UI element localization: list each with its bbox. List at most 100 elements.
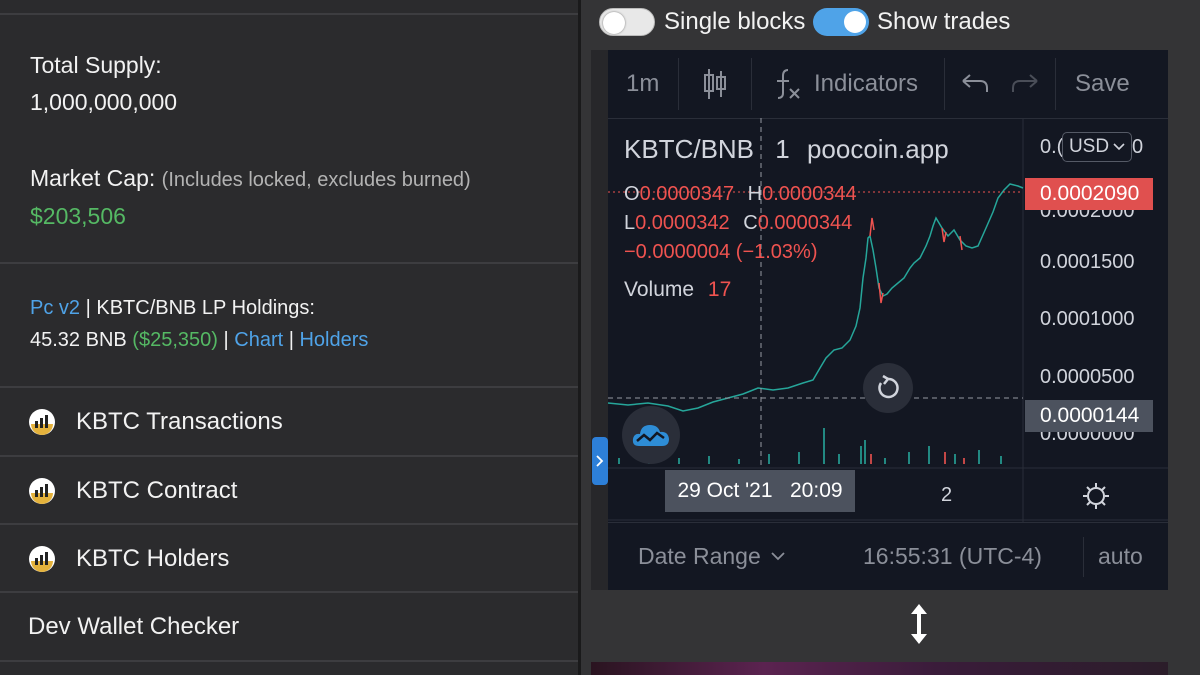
lp-holdings-values: 45.32 BNB ($25,350) | Chart | Holders (30, 329, 368, 352)
gear-icon (1083, 483, 1109, 509)
price-tick: 0.0001500 (1040, 251, 1135, 273)
market-cap-row: Market Cap: (Includes locked, excludes b… (30, 165, 471, 192)
price-tick: 0.0000500 (1040, 366, 1135, 388)
chart-panel: Single blocks Show trades 1m Indicators … (581, 0, 1200, 675)
chart-settings-button[interactable] (1082, 482, 1110, 515)
chevron-down-icon (1113, 143, 1125, 151)
menu-item-label: KBTC Transactions (76, 408, 283, 435)
open-value: 0.0000347 (639, 183, 735, 205)
candlestick-icon (704, 69, 726, 99)
legend-interval: 1 (775, 134, 790, 164)
lp-holdings-label: KBTC/BNB LP Holdings: (96, 297, 315, 319)
toggle-knob (603, 12, 625, 34)
collapse-tab[interactable] (592, 437, 608, 485)
cloud-logo-icon (632, 425, 669, 446)
last-price-label: 0.0002090 (1025, 178, 1153, 210)
price-tick: 0.0001000 (1040, 308, 1135, 330)
resize-vertical-icon[interactable] (907, 600, 931, 648)
change-value: −0.0000004 (−1.03%) (624, 241, 818, 263)
chart-clock: 16:55:31 (UTC-4) (863, 543, 1042, 569)
time-tick: 2 (941, 484, 953, 506)
toggle-knob (844, 11, 866, 33)
usd-amount: ($25,350) (132, 329, 218, 351)
redo-icon (1012, 74, 1038, 92)
reset-chart-button[interactable] (863, 363, 913, 413)
separator: | (85, 297, 91, 319)
pair-name: KBTC/BNB (624, 134, 755, 164)
undo-button[interactable] (960, 50, 990, 118)
open-label: O (624, 183, 640, 205)
price-axis-top-partial-right: 0 (1132, 136, 1144, 158)
close-label: C (743, 212, 758, 234)
auto-scale-button[interactable]: auto (1098, 543, 1143, 570)
function-icon (777, 69, 800, 99)
menu-item-label: KBTC Contract (76, 477, 238, 504)
low-value: 0.0000342 (635, 212, 730, 234)
high-value: 0.0000344 (762, 183, 857, 205)
toolbar-divider (751, 58, 752, 110)
indicators-label: Indicators (814, 70, 919, 97)
low-label: L (624, 212, 636, 234)
toolbar-divider (1055, 58, 1056, 110)
chevron-down-icon (771, 552, 785, 561)
date-range-button[interactable]: Date Range (638, 543, 785, 570)
volume-label: Volume (624, 278, 695, 301)
save-button[interactable]: Save (1075, 50, 1130, 118)
separator: | (288, 329, 294, 351)
menu-item-label: KBTC Holders (76, 545, 230, 572)
indicators-button[interactable]: Indicators (772, 50, 918, 118)
pc-v2-link[interactable]: Pc v2 (30, 297, 80, 319)
total-supply-label: Total Supply: (30, 52, 162, 78)
crosshair-price-label: 0.0000144 (1025, 400, 1153, 432)
chart-footer: Date Range 16:55:31 (UTC-4) auto (608, 522, 1168, 590)
poocoin-icon (29, 478, 55, 504)
menu-item-holders[interactable]: KBTC Holders (0, 525, 578, 593)
single-blocks-toggle[interactable] (599, 8, 655, 36)
separator: | (223, 329, 229, 351)
footer-divider (1083, 537, 1084, 577)
chevron-right-icon (596, 455, 604, 467)
token-info-panel: Total Supply: 1,000,000,000 Market Cap: … (0, 0, 578, 675)
undo-icon (962, 74, 988, 92)
ohlc-legend: O0.0000347 H0.0000344 L0.0000342 C0.0000… (624, 180, 857, 267)
menu-item-dev-wallet-checker[interactable]: Dev Wallet Checker (0, 593, 578, 661)
currency-select[interactable]: USD (1062, 132, 1132, 162)
holders-link[interactable]: Holders (299, 329, 368, 351)
crosshair-time-label: 29 Oct '21 20:09 (665, 470, 855, 512)
tradingview-chart[interactable]: 1m Indicators Save KBTC/BNB 1 poocoin.ap… (608, 50, 1168, 590)
volume-value: 17 (707, 278, 732, 301)
poocoin-icon (29, 409, 55, 435)
market-cap-note: (Includes locked, excludes burned) (161, 169, 471, 191)
menu-item-transactions[interactable]: KBTC Transactions (0, 388, 578, 456)
chart-legend-title: KBTC/BNB 1 poocoin.app (624, 134, 949, 165)
chart-link[interactable]: Chart (234, 329, 283, 351)
tradingview-logo[interactable] (622, 406, 680, 464)
menu-item-label: Dev Wallet Checker (28, 613, 240, 640)
reset-icon (878, 374, 899, 399)
interval-button[interactable]: 1m (626, 50, 659, 118)
price-axis-top-partial: 0.( (1040, 136, 1064, 158)
show-trades-toggle[interactable] (813, 8, 869, 36)
legend-source: poocoin.app (806, 134, 949, 164)
close-value: 0.0000344 (757, 212, 853, 234)
market-cap-label: Market Cap: (30, 165, 156, 191)
toolbar-divider (944, 58, 945, 110)
currency-value: USD (1068, 136, 1110, 157)
divider (0, 262, 578, 264)
lp-holdings-row: Pc v2 | KBTC/BNB LP Holdings: (30, 297, 315, 320)
divider (0, 660, 578, 662)
toolbar-divider (678, 58, 679, 110)
menu-item-contract[interactable]: KBTC Contract (0, 457, 578, 525)
redo-button[interactable] (1010, 50, 1040, 118)
market-cap-value: $203,506 (30, 203, 126, 229)
banner-image-strip (591, 662, 1168, 675)
app-root: Total Supply: 1,000,000,000 Market Cap: … (0, 0, 1200, 675)
bnb-amount: 45.32 BNB (30, 329, 127, 351)
divider (0, 13, 578, 15)
date-range-label: Date Range (638, 543, 761, 569)
poocoin-icon (29, 546, 55, 572)
candle-style-button[interactable] (702, 50, 728, 118)
total-supply-value: 1,000,000,000 (30, 89, 178, 115)
show-trades-label: Show trades (877, 8, 1011, 35)
single-blocks-label: Single blocks (664, 8, 806, 35)
